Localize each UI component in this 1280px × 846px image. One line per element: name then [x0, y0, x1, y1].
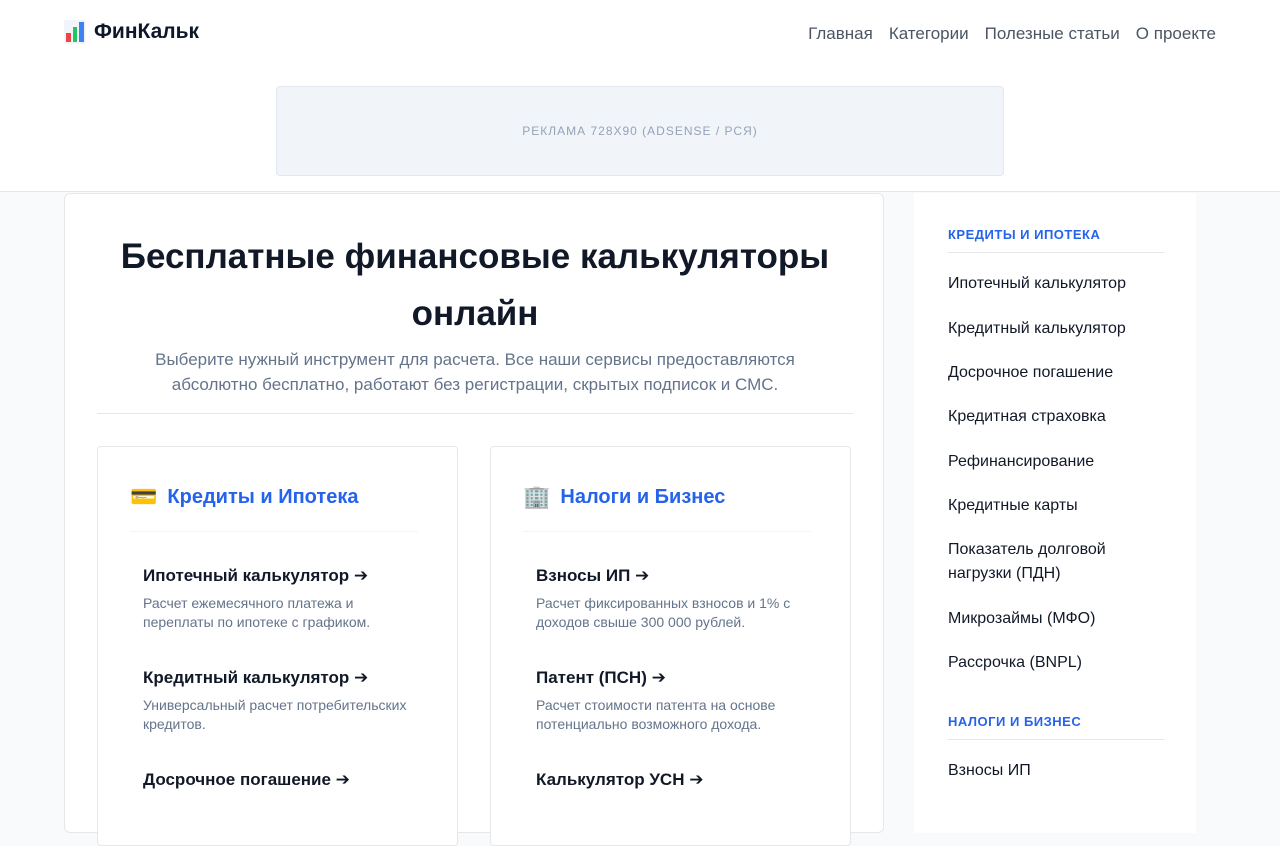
- card-item[interactable]: Взносы ИП ➔ Расчет фиксированных взносов…: [536, 566, 806, 632]
- card-item[interactable]: Патент (ПСН) ➔ Расчет стоимости патента …: [536, 668, 806, 734]
- card-item-title[interactable]: Взносы ИП ➔: [536, 566, 806, 586]
- card-item-title[interactable]: Калькулятор УСН ➔: [536, 770, 806, 790]
- card-header: 💳 Кредиты и Ипотека: [130, 485, 358, 509]
- page-subtitle: Выберите нужный инструмент для расчета. …: [155, 350, 795, 394]
- sidebar-link[interactable]: Рефинансирование: [948, 450, 1148, 474]
- sidebar-link[interactable]: Кредитный калькулятор: [948, 317, 1148, 341]
- card-item-desc: Расчет ежемесячного платежа и переплаты …: [143, 595, 371, 630]
- card-item-desc: Универсальный расчет потребительских кре…: [143, 697, 407, 732]
- sidebar-link[interactable]: Кредитная страховка: [948, 405, 1148, 429]
- card-item[interactable]: Калькулятор УСН ➔: [536, 770, 806, 798]
- sidebar-link[interactable]: Кредитные карты: [948, 494, 1148, 518]
- sidebar-link[interactable]: Микрозаймы (МФО): [948, 607, 1148, 631]
- page-title: Бесплатные финансовые калькуляторы онлай…: [120, 237, 830, 333]
- office-building-icon: 🏢: [523, 484, 551, 509]
- sidebar: КРЕДИТЫ И ИПОТЕКА Ипотечный калькулятор …: [914, 193, 1196, 833]
- nav-link-articles[interactable]: Полезные статьи: [985, 24, 1120, 44]
- card-item-desc: Расчет стоимости патента на основе потен…: [536, 697, 776, 732]
- logo-text: ФинКальк: [94, 20, 200, 43]
- nav-link-about[interactable]: О проекте: [1136, 24, 1216, 44]
- divider: [130, 531, 418, 532]
- card-item-title[interactable]: Ипотечный калькулятор ➔: [143, 566, 413, 586]
- sidebar-link[interactable]: Ипотечный калькулятор: [948, 272, 1148, 296]
- card-item-desc: Расчет фиксированных взносов и 1% с дохо…: [536, 595, 791, 630]
- card-title[interactable]: Налоги и Бизнес: [560, 486, 725, 509]
- card-item[interactable]: Ипотечный калькулятор ➔ Расчет ежемесячн…: [143, 566, 413, 632]
- sidebar-link[interactable]: Досрочное погашение: [948, 361, 1148, 385]
- card-item-title[interactable]: Патент (ПСН) ➔: [536, 668, 806, 688]
- card-header: 🏢 Налоги и Бизнес: [523, 485, 725, 509]
- site-header: ФинКальк Главная Категории Полезные стат…: [0, 0, 1280, 192]
- main-content: Бесплатные финансовые калькуляторы онлай…: [64, 193, 884, 846]
- sidebar-link[interactable]: Показатель долговой нагрузки (ПДН): [948, 538, 1148, 586]
- card-item[interactable]: Кредитный калькулятор ➔ Универсальный ра…: [143, 668, 413, 734]
- site-logo[interactable]: ФинКальк: [64, 20, 199, 44]
- divider: [948, 739, 1164, 740]
- divider: [97, 413, 853, 414]
- category-card-credits: 💳 Кредиты и Ипотека Ипотечный калькулято…: [97, 446, 458, 846]
- card-item-title[interactable]: Кредитный калькулятор ➔: [143, 668, 413, 688]
- divider: [523, 531, 811, 532]
- category-card-taxes: 🏢 Налоги и Бизнес Взносы ИП ➔ Расчет фик…: [490, 446, 851, 846]
- card-item[interactable]: Досрочное погашение ➔: [143, 770, 413, 798]
- credit-card-icon: 💳: [130, 484, 158, 509]
- nav-link-categories[interactable]: Категории: [889, 24, 969, 44]
- card-title[interactable]: Кредиты и Ипотека: [167, 486, 358, 509]
- ad-label: РЕКЛАМА 728X90 (ADSENSE / РСЯ): [522, 124, 758, 138]
- nav-link-home[interactable]: Главная: [808, 24, 873, 44]
- sidebar-heading: НАЛОГИ И БИЗНЕС: [948, 714, 1082, 729]
- bar-chart-icon: [64, 20, 86, 44]
- sidebar-link[interactable]: Рассрочка (BNPL): [948, 651, 1148, 675]
- divider: [948, 252, 1164, 253]
- card-item-title[interactable]: Досрочное погашение ➔: [143, 770, 413, 790]
- sidebar-link[interactable]: Взносы ИП: [948, 759, 1148, 783]
- sidebar-heading: КРЕДИТЫ И ИПОТЕКА: [948, 227, 1101, 242]
- ad-banner: РЕКЛАМА 728X90 (ADSENSE / РСЯ): [276, 86, 1004, 176]
- main-nav: Главная Категории Полезные статьи О прое…: [808, 24, 1216, 44]
